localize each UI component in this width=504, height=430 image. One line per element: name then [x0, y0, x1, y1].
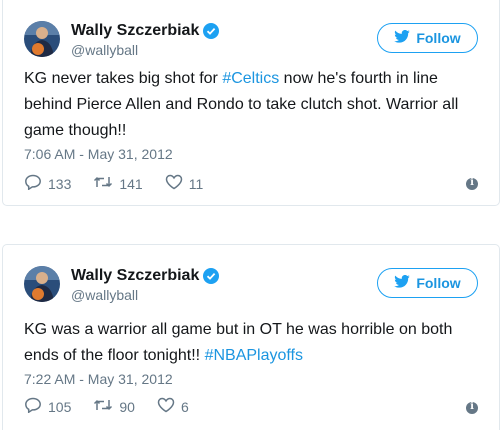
tweet-card: Wally Szczerbiak @wallyball Follow KG wa…: [2, 244, 500, 430]
verified-badge-icon: [203, 268, 220, 284]
like-count: 11: [188, 175, 204, 192]
tweet-text-part: KG never takes big shot for: [24, 70, 223, 87]
retweet-button[interactable]: 141: [93, 175, 143, 192]
reply-count: 133: [48, 175, 72, 192]
retweet-count: 90: [119, 398, 135, 415]
reply-button[interactable]: 133: [24, 174, 71, 193]
twitter-bird-icon: [394, 274, 411, 291]
reply-button[interactable]: 105: [24, 397, 71, 416]
verified-badge-icon: [203, 23, 220, 39]
heart-icon: [165, 174, 189, 193]
tweet-card: Wally Szczerbiak @wallyball Follow KG ne…: [2, 0, 500, 206]
hashtag-link[interactable]: #NBAPlayoffs: [205, 347, 303, 364]
author-name[interactable]: Wally Szczerbiak: [71, 22, 199, 40]
tweet-timestamp[interactable]: 7:06 AM - May 31, 2012: [24, 146, 173, 162]
like-button[interactable]: 6: [157, 397, 189, 416]
retweet-button[interactable]: 90: [93, 398, 135, 415]
tweet-timestamp[interactable]: 7:22 AM - May 31, 2012: [24, 371, 173, 387]
author-block: Wally Szczerbiak @wallyball: [71, 21, 220, 58]
retweet-icon: [93, 175, 119, 192]
author-handle[interactable]: @wallyball: [71, 42, 219, 58]
tweet-text: KG was a warrior all game but in OT he w…: [24, 317, 478, 369]
heart-icon: [157, 397, 181, 416]
retweet-icon: [93, 398, 119, 415]
like-button[interactable]: 11: [165, 174, 204, 193]
like-count: 6: [180, 398, 189, 415]
author-name[interactable]: Wally Szczerbiak: [71, 267, 199, 285]
tweet-actions: 105 90 6: [24, 397, 211, 416]
info-icon[interactable]: [466, 401, 478, 414]
follow-label: Follow: [416, 275, 461, 291]
follow-label: Follow: [416, 30, 461, 46]
tweet-text: KG never takes big shot for #Celtics now…: [24, 66, 478, 144]
hashtag-link[interactable]: #Celtics: [222, 70, 279, 87]
reply-icon: [24, 174, 48, 193]
twitter-bird-icon: [394, 29, 411, 46]
follow-button[interactable]: Follow: [377, 268, 478, 298]
retweet-count: 141: [119, 175, 143, 192]
author-handle[interactable]: @wallyball: [71, 287, 219, 303]
avatar[interactable]: [24, 21, 60, 57]
avatar[interactable]: [24, 266, 60, 302]
info-icon[interactable]: [466, 177, 478, 190]
reply-count: 105: [48, 398, 72, 415]
author-block: Wally Szczerbiak @wallyball: [71, 266, 220, 303]
tweet-actions: 133 141 11: [24, 174, 225, 193]
reply-icon: [24, 397, 48, 416]
follow-button[interactable]: Follow: [377, 23, 478, 53]
